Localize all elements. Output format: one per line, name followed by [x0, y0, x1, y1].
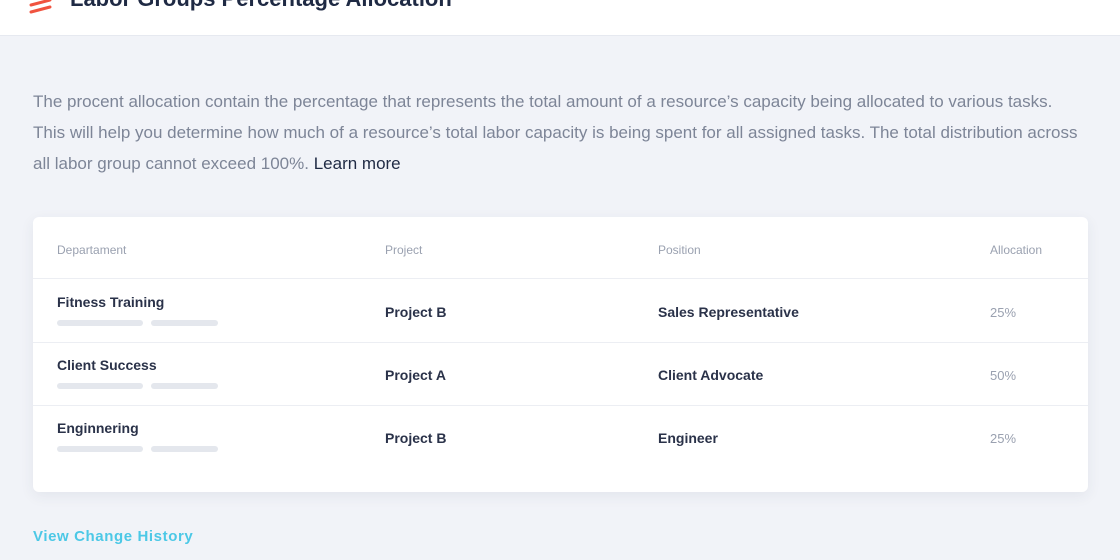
placeholder-bar	[151, 446, 218, 452]
page-title: Labor Groups Percentage Allocation	[70, 0, 452, 12]
column-header-position: Position	[658, 243, 701, 257]
view-change-history-link[interactable]: View Change History	[33, 528, 193, 545]
placeholder-bar	[57, 320, 143, 326]
column-header-allocation: Allocation	[990, 243, 1043, 257]
department-cell: Enginnering	[57, 420, 139, 436]
column-header-department: Departament	[57, 243, 127, 257]
column-header-project: Project	[385, 243, 423, 257]
intro-text: The procent allocation contain the perce…	[33, 92, 1078, 173]
top-bar: Labor Groups Percentage Allocation	[0, 0, 1120, 36]
learn-more-link[interactable]: Learn more	[314, 154, 401, 173]
placeholder-bar	[151, 320, 218, 326]
intro-paragraph: The procent allocation contain the perce…	[33, 86, 1083, 179]
position-cell: Sales Representative	[658, 304, 799, 320]
table-row[interactable]: Client Success Project A Client Advocate…	[33, 343, 1088, 406]
allocation-cell: 25%	[990, 431, 1017, 446]
table-row[interactable]: Enginnering Project B Engineer 25%	[33, 406, 1088, 469]
placeholder-bar	[57, 446, 143, 452]
position-cell: Client Advocate	[658, 367, 764, 383]
allocation-cell: 50%	[990, 368, 1017, 383]
department-cell: Fitness Training	[57, 294, 165, 310]
position-cell: Engineer	[658, 430, 718, 446]
project-cell: Project B	[385, 430, 447, 446]
department-cell: Client Success	[57, 357, 157, 373]
table-row[interactable]: Fitness Training Project B Sales Represe…	[33, 280, 1088, 343]
allocation-table: Departament Project Position Allocation …	[33, 217, 1088, 492]
zigzag-logo-icon	[29, 0, 52, 14]
placeholder-bar	[151, 383, 218, 389]
table-header: Departament Project Position Allocation	[33, 217, 1088, 279]
allocation-cell: 25%	[990, 305, 1017, 320]
project-cell: Project B	[385, 304, 447, 320]
project-cell: Project A	[385, 367, 446, 383]
placeholder-bar	[57, 383, 143, 389]
